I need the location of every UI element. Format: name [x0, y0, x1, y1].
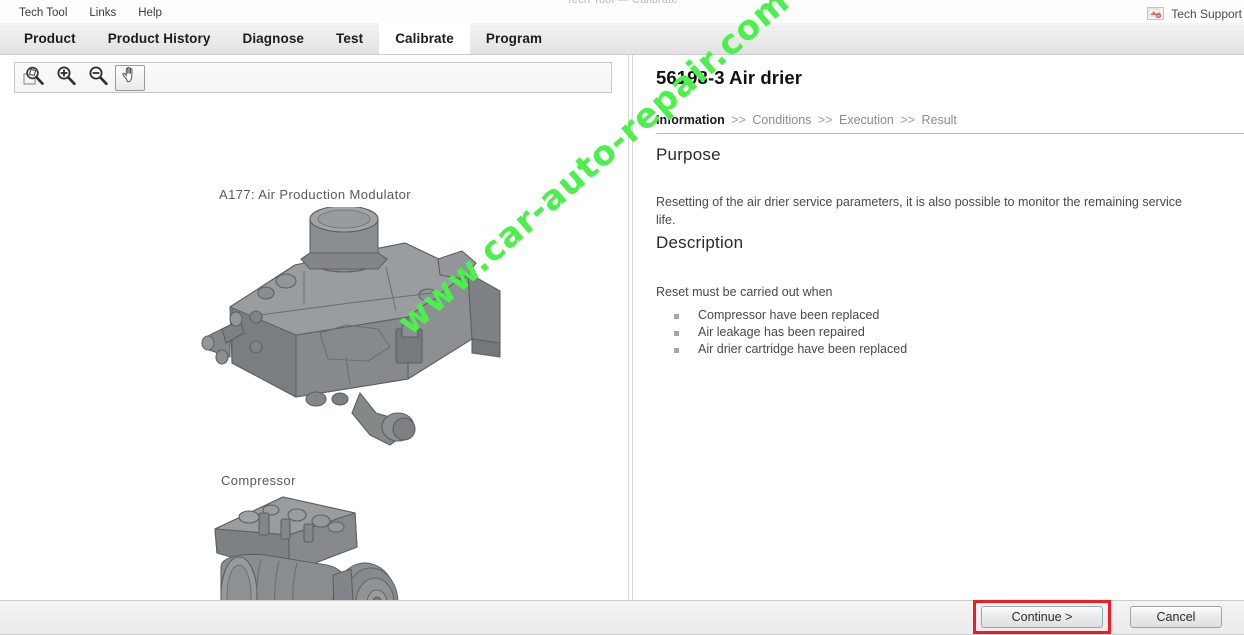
- compressor-illustration: [214, 496, 399, 600]
- main-tab-bar: Product Product History Diagnose Test Ca…: [0, 23, 1244, 55]
- tech-support-link[interactable]: Tech Support: [1147, 7, 1242, 21]
- content-area: A177: Air Production Modulator Compresso…: [0, 55, 1244, 600]
- tech-tool-window: Tech Tool — Calibrate Tech Tool Links He…: [0, 0, 1244, 635]
- tab-test[interactable]: Test: [320, 23, 379, 54]
- pan-hand-icon-button[interactable]: [115, 64, 145, 91]
- tab-product-history[interactable]: Product History: [92, 23, 227, 54]
- list-item: Air drier cartridge have been replaced: [672, 341, 907, 358]
- viewer-toolbar: [14, 62, 612, 93]
- menu-item-help[interactable]: Help: [127, 4, 173, 23]
- breadcrumb-separator: >>: [900, 113, 915, 127]
- menu-item-tech-tool[interactable]: Tech Tool: [8, 4, 78, 23]
- zoom-select-icon: [23, 65, 45, 91]
- tab-calibrate[interactable]: Calibrate: [379, 23, 470, 54]
- illustration-label-air-production-modulator: A177: Air Production Modulator: [219, 187, 411, 202]
- pane-divider[interactable]: [628, 55, 633, 600]
- air-production-modulator-illustration: [201, 207, 501, 446]
- breadcrumb-separator: >>: [817, 113, 833, 127]
- tech-support-label: Tech Support: [1171, 6, 1242, 21]
- menu-item-links[interactable]: Links: [78, 4, 127, 23]
- description-bullet-list: Compressor have been replaced Air leakag…: [672, 307, 907, 358]
- breadcrumb: Information >> Conditions >> Execution >…: [656, 113, 957, 127]
- zoom-in-icon-button[interactable]: [51, 65, 81, 91]
- operation-detail-pane: 56198-3 Air drier Information >> Conditi…: [634, 55, 1244, 600]
- breadcrumb-step-information[interactable]: Information: [656, 113, 725, 127]
- list-item: Compressor have been replaced: [672, 307, 907, 324]
- purpose-heading: Purpose: [656, 145, 721, 164]
- illustration-label-compressor: Compressor: [221, 473, 296, 488]
- breadcrumb-step-execution[interactable]: Execution: [839, 113, 894, 127]
- breadcrumb-separator: >>: [731, 113, 746, 127]
- tab-product[interactable]: Product: [8, 23, 92, 54]
- description-heading: Description: [656, 233, 744, 252]
- zoom-in-icon: [55, 65, 77, 91]
- breadcrumb-divider: [656, 133, 1244, 134]
- zoom-select-icon-button[interactable]: [19, 65, 49, 91]
- list-item: Air leakage has been repaired: [672, 324, 907, 341]
- tech-support-icon: [1147, 7, 1165, 20]
- continue-button[interactable]: Continue >: [981, 606, 1103, 628]
- pan-hand-icon: [120, 65, 140, 90]
- illustration-pane: A177: Air Production Modulator Compresso…: [0, 55, 627, 600]
- breadcrumb-step-result[interactable]: Result: [921, 113, 956, 127]
- tab-program[interactable]: Program: [470, 23, 558, 54]
- page-title: 56198-3 Air drier: [656, 67, 803, 88]
- description-intro: Reset must be carried out when: [656, 285, 833, 299]
- zoom-out-icon: [87, 65, 109, 91]
- purpose-text: Resetting of the air drier service param…: [656, 195, 1182, 227]
- breadcrumb-step-conditions[interactable]: Conditions: [752, 113, 811, 127]
- tab-diagnose[interactable]: Diagnose: [226, 23, 320, 54]
- menu-bar: Tech Tool Links Help Tech Support: [0, 4, 1244, 23]
- cancel-button[interactable]: Cancel: [1130, 606, 1222, 628]
- zoom-out-icon-button[interactable]: [83, 65, 113, 91]
